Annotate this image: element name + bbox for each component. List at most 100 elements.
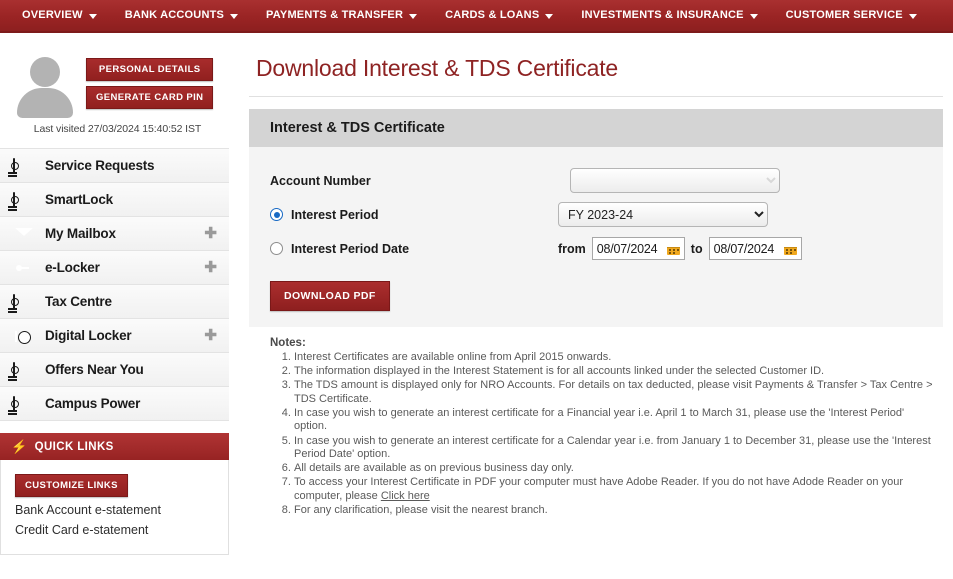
interest-period-date-radio-group[interactable]: Interest Period Date bbox=[270, 242, 558, 256]
note-item: For any clarification, please visit the … bbox=[294, 504, 935, 518]
sidebar-item-tax-centre[interactable]: Tax Centre bbox=[0, 285, 229, 319]
top-navigation-bar: OVERVIEW BANK ACCOUNTS PAYMENTS & TRANSF… bbox=[0, 0, 953, 33]
nav-item-investments-insurance[interactable]: INVESTMENTS & INSURANCE bbox=[567, 0, 771, 31]
certificate-panel: Interest & TDS Certificate Account Numbe… bbox=[249, 109, 943, 327]
interest-period-date-radio[interactable] bbox=[270, 242, 283, 255]
expand-plus-icon[interactable]: ✚ bbox=[204, 260, 217, 275]
cash-icon bbox=[13, 361, 34, 379]
lightning-bolt-icon: ⚡ bbox=[11, 439, 28, 454]
account-number-label: Account Number bbox=[270, 173, 371, 188]
nav-item-label: CARDS & LOANS bbox=[445, 9, 540, 21]
sidebar-item-label: SmartLock bbox=[45, 192, 113, 207]
from-date-field[interactable]: 08/07/2024 bbox=[591, 237, 685, 260]
note-item: In case you wish to generate an interest… bbox=[294, 407, 935, 435]
profile-block: PERSONAL DETAILS GENERATE CARD PIN bbox=[0, 33, 229, 118]
sidebar-item-smartlock[interactable]: SmartLock bbox=[0, 183, 229, 217]
from-date-value: 08/07/2024 bbox=[596, 241, 658, 256]
sidebar: PERSONAL DETAILS GENERATE CARD PIN Last … bbox=[0, 33, 229, 579]
chevron-down-icon bbox=[545, 14, 554, 19]
sidebar-item-my-mailbox[interactable]: My Mailbox ✚ bbox=[0, 217, 229, 251]
quick-links-header: ⚡ QUICK LINKS bbox=[0, 433, 229, 460]
customize-links-button[interactable]: CUSTOMIZE LINKS bbox=[15, 474, 128, 497]
to-label: to bbox=[690, 241, 703, 256]
panel-title: Interest & TDS Certificate bbox=[249, 109, 943, 147]
interest-period-label: Interest Period bbox=[291, 207, 379, 222]
notes-section: Notes: Interest Certificates are availab… bbox=[249, 327, 943, 518]
sidebar-item-label: My Mailbox bbox=[45, 226, 116, 241]
title-divider bbox=[249, 96, 943, 97]
note-item: The information displayed in the Interes… bbox=[294, 365, 935, 379]
sidebar-item-label: Campus Power bbox=[45, 396, 141, 411]
nav-item-bank-accounts[interactable]: BANK ACCOUNTS bbox=[111, 0, 252, 31]
generate-card-pin-button[interactable]: GENERATE CARD PIN bbox=[86, 86, 214, 109]
personal-details-button[interactable]: PERSONAL DETAILS bbox=[86, 58, 214, 81]
sidebar-item-service-requests[interactable]: Service Requests bbox=[0, 149, 229, 183]
interest-period-radio[interactable] bbox=[270, 208, 283, 221]
calendar-icon[interactable] bbox=[666, 242, 680, 255]
nav-item-label: CUSTOMER SERVICE bbox=[785, 9, 903, 21]
nav-item-label: INVESTMENTS & INSURANCE bbox=[581, 9, 744, 21]
nav-item-customer-service[interactable]: CUSTOMER SERVICE bbox=[772, 0, 931, 31]
note-item: In case you wish to generate an interest… bbox=[294, 435, 935, 463]
cash-icon bbox=[13, 293, 34, 311]
sidebar-item-e-locker[interactable]: e-Locker ✚ bbox=[0, 251, 229, 285]
account-number-select[interactable] bbox=[570, 168, 780, 193]
download-pdf-button[interactable]: DOWNLOAD PDF bbox=[270, 281, 390, 311]
chevron-down-icon bbox=[230, 14, 239, 19]
key-icon bbox=[13, 259, 34, 277]
quick-links-title: QUICK LINKS bbox=[34, 440, 114, 453]
envelope-icon bbox=[13, 225, 34, 243]
note-item: All details are available as on previous… bbox=[294, 462, 935, 476]
chevron-down-icon bbox=[88, 14, 97, 19]
quick-links-body: CUSTOMIZE LINKS Bank Account e-statement… bbox=[0, 460, 229, 555]
chevron-down-icon bbox=[409, 14, 418, 19]
quick-link-credit-card-estatement[interactable]: Credit Card e-statement bbox=[15, 517, 228, 537]
avatar-body bbox=[17, 88, 73, 118]
profile-buttons: PERSONAL DETAILS GENERATE CARD PIN bbox=[86, 55, 214, 117]
sidebar-item-label: Service Requests bbox=[45, 158, 155, 173]
quick-link-bank-account-estatement[interactable]: Bank Account e-statement bbox=[15, 497, 228, 517]
cash-icon bbox=[13, 191, 34, 209]
sidebar-item-label: Offers Near You bbox=[45, 362, 144, 377]
calendar-icon[interactable] bbox=[783, 242, 797, 255]
date-range-group: from 08/07/2024 to 08/07/2024 bbox=[558, 237, 802, 260]
panel-body: Account Number Interest Period FY 2023-2… bbox=[249, 147, 943, 327]
sidebar-item-digital-locker[interactable]: Digital Locker ✚ bbox=[0, 319, 229, 353]
page-title: Download Interest & TDS Certificate bbox=[256, 55, 619, 81]
note-item: Interest Certificates are available onli… bbox=[294, 351, 935, 365]
interest-period-date-row: Interest Period Date from 08/07/2024 to … bbox=[270, 233, 943, 264]
expand-plus-icon[interactable]: ✚ bbox=[204, 328, 217, 343]
to-date-field[interactable]: 08/07/2024 bbox=[708, 237, 802, 260]
page-body: PERSONAL DETAILS GENERATE CARD PIN Last … bbox=[0, 33, 953, 579]
nav-item-overview[interactable]: OVERVIEW bbox=[8, 0, 111, 31]
sidebar-menu: Service Requests SmartLock My Mailbox ✚ … bbox=[0, 148, 229, 421]
nav-item-label: BANK ACCOUNTS bbox=[124, 9, 225, 21]
click-here-link[interactable]: Click here bbox=[381, 490, 430, 502]
cash-icon bbox=[13, 157, 34, 175]
interest-period-row: Interest Period FY 2023-24 bbox=[270, 199, 943, 230]
interest-period-date-label: Interest Period Date bbox=[291, 241, 410, 256]
sidebar-item-label: Tax Centre bbox=[45, 294, 112, 309]
nav-item-cards-loans[interactable]: CARDS & LOANS bbox=[431, 0, 567, 31]
chevron-down-icon bbox=[908, 14, 917, 19]
notes-title: Notes: bbox=[270, 337, 306, 349]
sidebar-item-campus-power[interactable]: Campus Power bbox=[0, 387, 229, 421]
last-visited-text: Last visited 27/03/2024 15:40:52 IST bbox=[33, 123, 202, 135]
account-number-row: Account Number bbox=[270, 165, 943, 196]
nav-item-label: OVERVIEW bbox=[22, 9, 83, 21]
from-label: from bbox=[558, 241, 586, 256]
chevron-down-icon bbox=[749, 14, 758, 19]
note-item: The TDS amount is displayed only for NRO… bbox=[294, 379, 935, 407]
cash-icon bbox=[13, 395, 34, 413]
avatar bbox=[14, 55, 76, 118]
sidebar-item-offers-near-you[interactable]: Offers Near You bbox=[0, 353, 229, 387]
sidebar-item-label: Digital Locker bbox=[45, 328, 132, 343]
to-date-value: 08/07/2024 bbox=[713, 241, 775, 256]
expand-plus-icon[interactable]: ✚ bbox=[204, 226, 217, 241]
interest-period-select[interactable]: FY 2023-24 bbox=[558, 202, 768, 227]
safe-icon bbox=[13, 327, 34, 345]
notes-list: Interest Certificates are available onli… bbox=[270, 351, 935, 518]
nav-item-payments-transfer[interactable]: PAYMENTS & TRANSFER bbox=[252, 0, 431, 31]
interest-period-radio-group[interactable]: Interest Period bbox=[270, 208, 558, 222]
avatar-head bbox=[30, 57, 60, 87]
